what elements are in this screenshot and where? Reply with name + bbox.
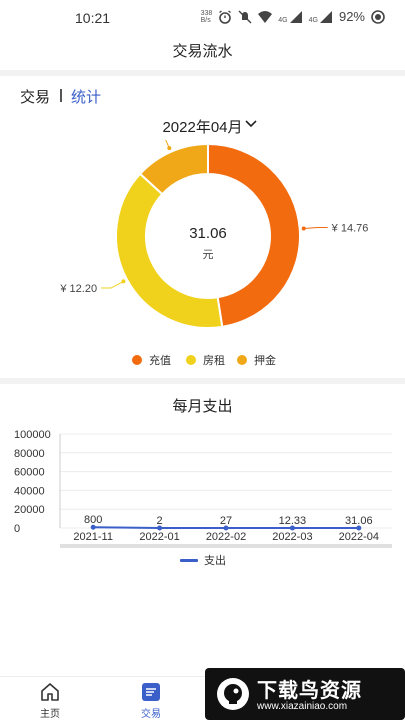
y-tick-label-1: 100000 bbox=[14, 429, 51, 441]
bird-icon bbox=[224, 684, 242, 704]
legend-swatch bbox=[180, 558, 198, 562]
y-tick-label-4: 40000 bbox=[14, 485, 45, 497]
signal-2: 4G bbox=[309, 10, 333, 24]
y-tick-label-3: 60000 bbox=[14, 467, 45, 479]
x-tick-label-3: 2022-02 bbox=[206, 531, 246, 543]
status-bar: 10:21 338 B/s 4G 4G 92% bbox=[0, 0, 405, 36]
line-legend: 支出 bbox=[180, 552, 226, 568]
donut-label-1: ¥ 14.76 bbox=[331, 222, 369, 234]
brand-url: www.xiazainiao.com bbox=[257, 701, 348, 712]
legend-item-3[interactable]: 押金 bbox=[237, 352, 276, 368]
tab-stats[interactable]: 统计 bbox=[71, 86, 101, 107]
legend-dot bbox=[237, 355, 247, 365]
page-title: 交易流水 bbox=[172, 43, 233, 60]
brand-logo-icon bbox=[217, 678, 249, 710]
legend-label: 充值 bbox=[149, 355, 171, 367]
donut-leader-dot-3 bbox=[167, 146, 172, 151]
legend-item-1[interactable]: 充值 bbox=[132, 352, 171, 368]
donut-leader-3 bbox=[153, 134, 170, 149]
x-tick-label-5: 2022-04 bbox=[339, 531, 379, 543]
brand-watermark: 下载鸟资源 www.xiazainiao.com bbox=[205, 668, 405, 720]
nav-trade-label: 交易 bbox=[141, 709, 161, 720]
legend-label: 房租 bbox=[203, 355, 225, 367]
donut-center-unit: 元 bbox=[203, 249, 214, 261]
battery-percent: 92% bbox=[338, 9, 365, 24]
signal-1: 4G bbox=[278, 10, 302, 24]
line-chart: 100000 80000 60000 40000 20000 0 800 2021-11 2 20… bbox=[0, 420, 405, 570]
app-header: 交易流水 bbox=[0, 36, 405, 70]
network-speed: 338 B/s bbox=[200, 9, 213, 24]
y-tick-label-2: 80000 bbox=[14, 448, 45, 460]
x-axis-bar bbox=[60, 544, 392, 548]
status-icons: 338 B/s 4G 4G 92% bbox=[201, 9, 385, 24]
month-label[interactable]: 2022年04月 bbox=[162, 116, 242, 137]
data-label-2: 2 bbox=[157, 515, 163, 527]
x-tick-label-4: 2022-03 bbox=[272, 531, 312, 543]
donut-legend: 充值 房租 押金 bbox=[0, 352, 405, 372]
section-divider bbox=[0, 378, 405, 384]
chevron-down-icon[interactable] bbox=[243, 116, 259, 132]
mute-icon bbox=[238, 10, 252, 23]
tab-trade[interactable]: 交易 bbox=[20, 86, 50, 107]
nav-home-label: 主页 bbox=[40, 709, 60, 720]
y-tick-label-6: 0 bbox=[14, 523, 20, 535]
legend-item-2[interactable]: 房租 bbox=[186, 352, 225, 368]
donut-label-2: ¥ 12.20 bbox=[59, 283, 97, 295]
legend-label: 押金 bbox=[254, 355, 276, 367]
donut-leader-dot-2 bbox=[121, 279, 126, 284]
nav-trade[interactable]: 交易 bbox=[121, 681, 181, 720]
x-tick-label-2: 2022-01 bbox=[139, 531, 179, 543]
data-saver-icon bbox=[371, 9, 385, 24]
line-chart-title: 每月支出 bbox=[172, 398, 233, 415]
signal-icon bbox=[319, 10, 332, 23]
nav-home[interactable]: 主页 bbox=[20, 681, 80, 720]
document-icon[interactable] bbox=[140, 681, 162, 703]
alarm-icon bbox=[219, 9, 232, 24]
month-selector[interactable]: 2022年04月 bbox=[0, 116, 405, 140]
donut-leader-2 bbox=[101, 280, 124, 289]
donut-chart-svg: ¥ 14.76 ¥ 12.20 ¥ 4.10 31.06 元 bbox=[59, 130, 369, 329]
data-label-4: 12.33 bbox=[279, 515, 307, 527]
home-icon[interactable] bbox=[39, 681, 61, 703]
signal-icon bbox=[289, 10, 302, 23]
donut-chart: ¥ 14.76 ¥ 12.20 ¥ 4.10 31.06 元 bbox=[0, 130, 405, 375]
data-label-1: 800 bbox=[84, 514, 102, 526]
donut-leader-1 bbox=[303, 226, 328, 230]
wifi-icon bbox=[258, 10, 273, 23]
data-label-5: 31.06 bbox=[345, 515, 373, 527]
y-tick-label-5: 20000 bbox=[14, 504, 45, 516]
x-tick-label-1: 2021-11 bbox=[73, 531, 113, 543]
brand-name: 下载鸟资源 bbox=[257, 680, 362, 702]
legend-dot bbox=[186, 355, 196, 365]
legend-dot bbox=[132, 355, 142, 365]
tab-separator bbox=[60, 89, 62, 102]
line-chart-svg: 100000 80000 60000 40000 20000 0 800 2021-11 2 20… bbox=[14, 429, 392, 548]
data-label-3: 27 bbox=[220, 515, 232, 527]
donut-center-value: 31.06 bbox=[189, 225, 227, 242]
tab-bar: 交易 统计 bbox=[0, 76, 405, 116]
donut-label-3: ¥ 4.10 bbox=[118, 140, 150, 142]
donut-leader-dot-1 bbox=[301, 226, 306, 231]
legend-label: 支出 bbox=[204, 555, 226, 567]
status-time: 10:21 bbox=[75, 10, 111, 26]
